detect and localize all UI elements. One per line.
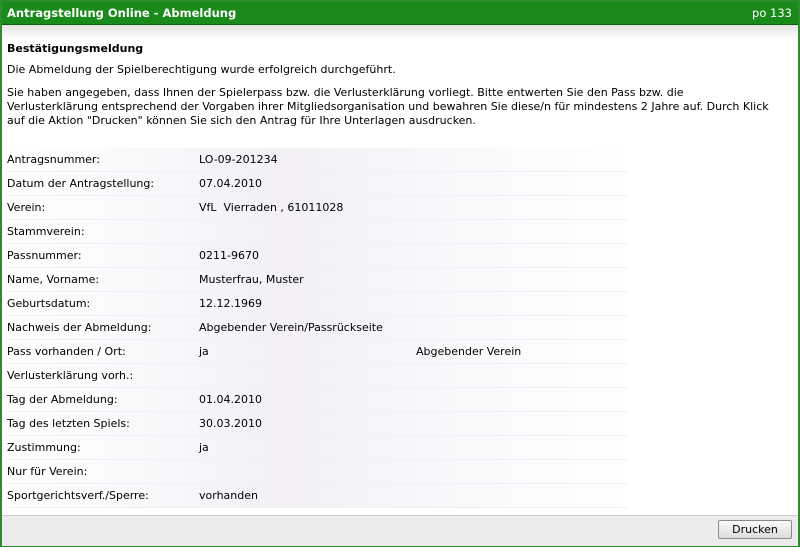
field-value: 07.04.2010 <box>199 177 262 190</box>
row-antragsnummer: Antragsnummer: LO-09-201234 <box>7 148 627 172</box>
confirmation-heading: Bestätigungsmeldung <box>7 42 144 55</box>
field-value: 01.04.2010 <box>199 393 262 406</box>
field-label: Antragsnummer: <box>7 153 100 166</box>
field-label: Zustimmung: <box>7 441 81 454</box>
field-label: Tag des letzten Spiels: <box>7 417 130 430</box>
field-label: Passnummer: <box>7 249 82 262</box>
field-label: Pass vorhanden / Ort: <box>7 345 126 358</box>
field-label: Datum der Antragstellung: <box>7 177 155 190</box>
row-tag-abmeldung: Tag der Abmeldung: 01.04.2010 <box>7 388 627 412</box>
row-nachweis: Nachweis der Abmeldung: Abgebender Verei… <box>7 316 627 340</box>
field-label: Stammverein: <box>7 225 85 238</box>
window-title: Antragstellung Online - Abmeldung <box>7 6 237 20</box>
footer-bar: Drucken <box>2 515 798 546</box>
field-location: Abgebender Verein <box>416 345 522 358</box>
field-value: Abgebender Verein/Passrückseite <box>199 321 383 334</box>
field-label: Verlusterklärung vorh.: <box>7 369 134 382</box>
header-shadow <box>2 25 798 39</box>
row-verlusterklaerung: Verlusterklärung vorh.: <box>7 364 627 388</box>
field-label: Geburtsdatum: <box>7 297 91 310</box>
page-code: po 133 <box>752 6 792 20</box>
field-value: 12.12.1969 <box>199 297 262 310</box>
field-label: Nachweis der Abmeldung: <box>7 321 152 334</box>
instruction-text: Sie haben angegeben, dass Ihnen der Spie… <box>7 86 769 127</box>
title-bar: Antragstellung Online - Abmeldung po 133 <box>2 2 798 25</box>
row-verein: Verein: VfL Vierraden , 61011028 <box>7 196 627 220</box>
row-passnummer: Passnummer: 0211-9670 <box>7 244 627 268</box>
row-letztes-spiel: Tag des letzten Spiels: 30.03.2010 <box>7 412 627 436</box>
details-table: Antragsnummer: LO-09-201234 Datum der An… <box>7 148 627 508</box>
row-sportgericht: Sportgerichtsverf./Sperre: vorhanden <box>7 484 627 508</box>
field-label: Sportgerichtsverf./Sperre: <box>7 489 149 502</box>
field-value: 0211-9670 <box>199 249 259 262</box>
field-value: LO-09-201234 <box>199 153 278 166</box>
field-label: Name, Vorname: <box>7 273 100 286</box>
field-value: 30.03.2010 <box>199 417 262 430</box>
window-frame: Antragstellung Online - Abmeldung po 133… <box>0 0 800 547</box>
row-pass-vorhanden: Pass vorhanden / Ort: ja Abgebender Vere… <box>7 340 627 364</box>
row-geburtsdatum: Geburtsdatum: 12.12.1969 <box>7 292 627 316</box>
row-zustimmung: Zustimmung: ja <box>7 436 627 460</box>
field-value: VfL Vierraden , 61011028 <box>199 201 344 214</box>
field-value: Musterfrau, Muster <box>199 273 304 286</box>
field-label: Verein: <box>7 201 46 214</box>
field-value: vorhanden <box>199 489 258 502</box>
field-label: Nur für Verein: <box>7 465 88 478</box>
field-value: ja <box>199 345 209 358</box>
print-button[interactable]: Drucken <box>718 520 792 539</box>
row-nur-fuer-verein: Nur für Verein: <box>7 460 627 484</box>
field-value: ja <box>199 441 209 454</box>
confirmation-message: Die Abmeldung der Spielberechtigung wurd… <box>7 63 396 76</box>
row-name: Name, Vorname: Musterfrau, Muster <box>7 268 627 292</box>
field-label: Tag der Abmeldung: <box>7 393 118 406</box>
row-stammverein: Stammverein: <box>7 220 627 244</box>
row-antragsdatum: Datum der Antragstellung: 07.04.2010 <box>7 172 627 196</box>
